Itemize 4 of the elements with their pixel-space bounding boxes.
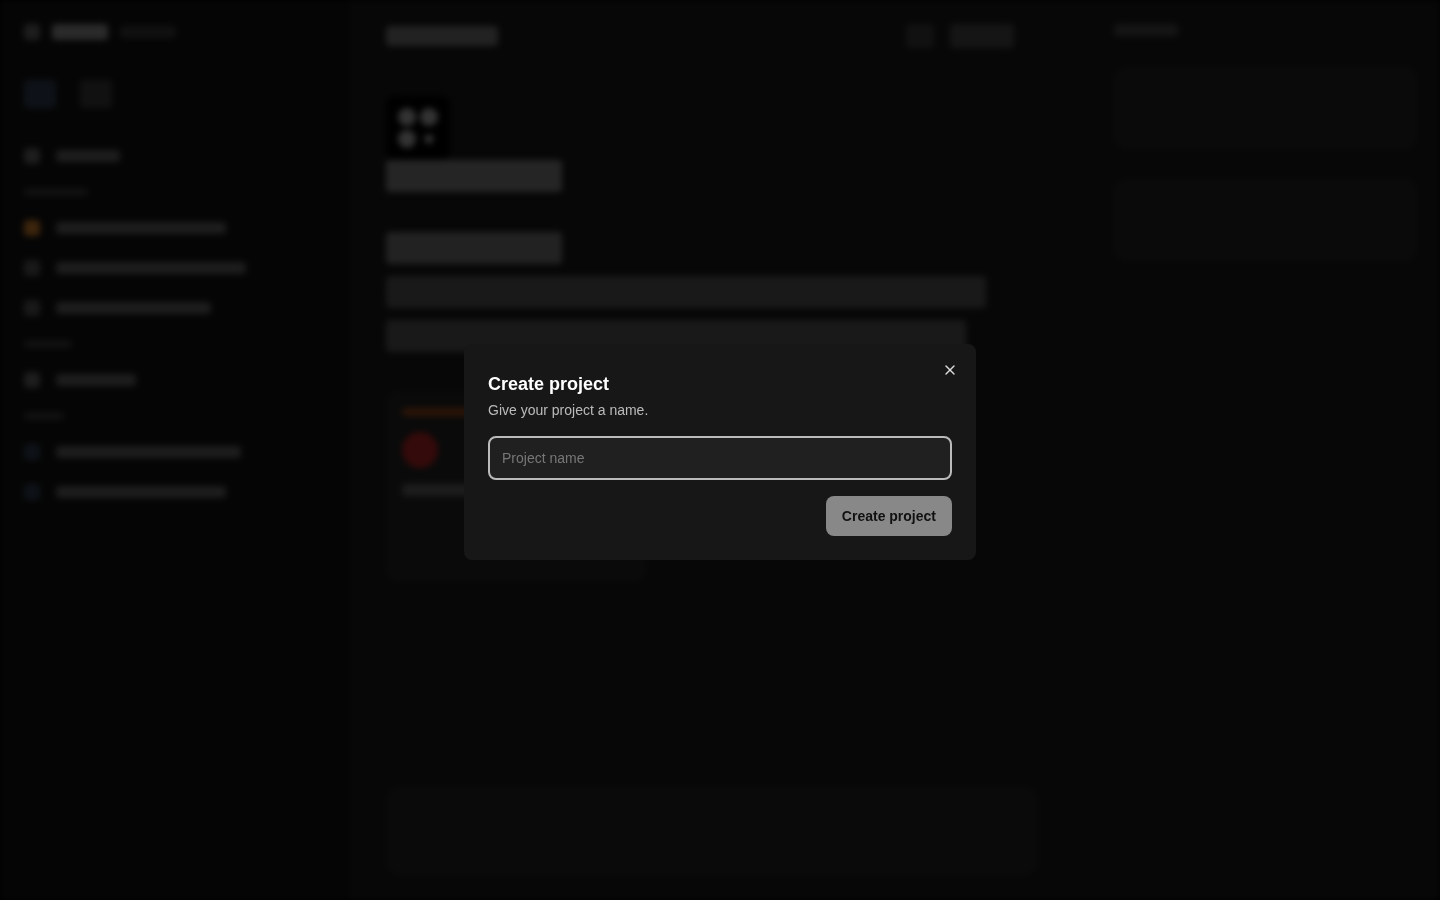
create-project-button[interactable]: Create project xyxy=(825,496,952,536)
dialog-description: Give your project a name. xyxy=(488,401,650,420)
project-name-field[interactable]: Project name xyxy=(488,436,952,480)
dialog-title: Create project xyxy=(488,373,611,396)
